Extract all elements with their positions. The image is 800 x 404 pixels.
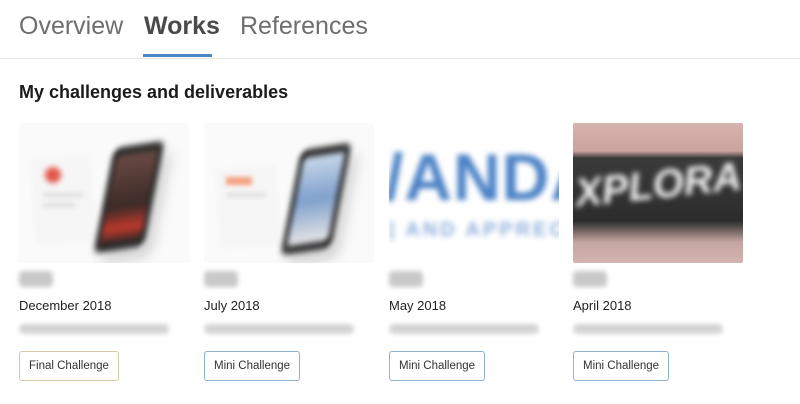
work-title-placeholder (389, 271, 423, 287)
mini-challenge-button[interactable]: Mini Challenge (204, 351, 301, 381)
mini-challenge-button[interactable]: Mini Challenge (573, 351, 670, 381)
work-card[interactable]: /ANDA | AND APPREC May 2018 Mini Challen… (389, 123, 567, 381)
work-title-placeholder (573, 271, 607, 287)
work-date: May 2018 (389, 298, 447, 313)
work-card[interactable]: July 2018 Mini Challenge (204, 123, 382, 381)
tab-references[interactable]: References (240, 10, 368, 42)
final-challenge-button[interactable]: Final Challenge (19, 351, 119, 381)
work-description-placeholder (573, 324, 723, 334)
tab-overview[interactable]: Overview (19, 10, 123, 42)
work-date: December 2018 (19, 298, 112, 313)
work-title-placeholder (19, 271, 53, 287)
active-tab-indicator (143, 54, 212, 57)
tab-bar: Overview Works References (0, 0, 800, 59)
work-thumbnail[interactable]: /ANDA | AND APPREC (389, 123, 559, 263)
work-date: April 2018 (573, 298, 632, 313)
work-thumbnail[interactable] (204, 123, 374, 263)
tab-works[interactable]: Works (144, 10, 220, 42)
work-card[interactable]: XPLORA April 2018 Mini Challenge (573, 123, 751, 381)
work-description-placeholder (19, 324, 169, 334)
work-description-placeholder (389, 324, 539, 334)
work-card[interactable]: December 2018 Final Challenge (19, 123, 197, 381)
mini-challenge-button[interactable]: Mini Challenge (389, 351, 486, 381)
section-title: My challenges and deliverables (19, 82, 289, 102)
work-description-placeholder (204, 324, 354, 334)
work-thumbnail[interactable] (19, 123, 189, 263)
work-date: July 2018 (204, 298, 260, 313)
work-thumbnail[interactable]: XPLORA (573, 123, 743, 263)
work-title-placeholder (204, 271, 238, 287)
